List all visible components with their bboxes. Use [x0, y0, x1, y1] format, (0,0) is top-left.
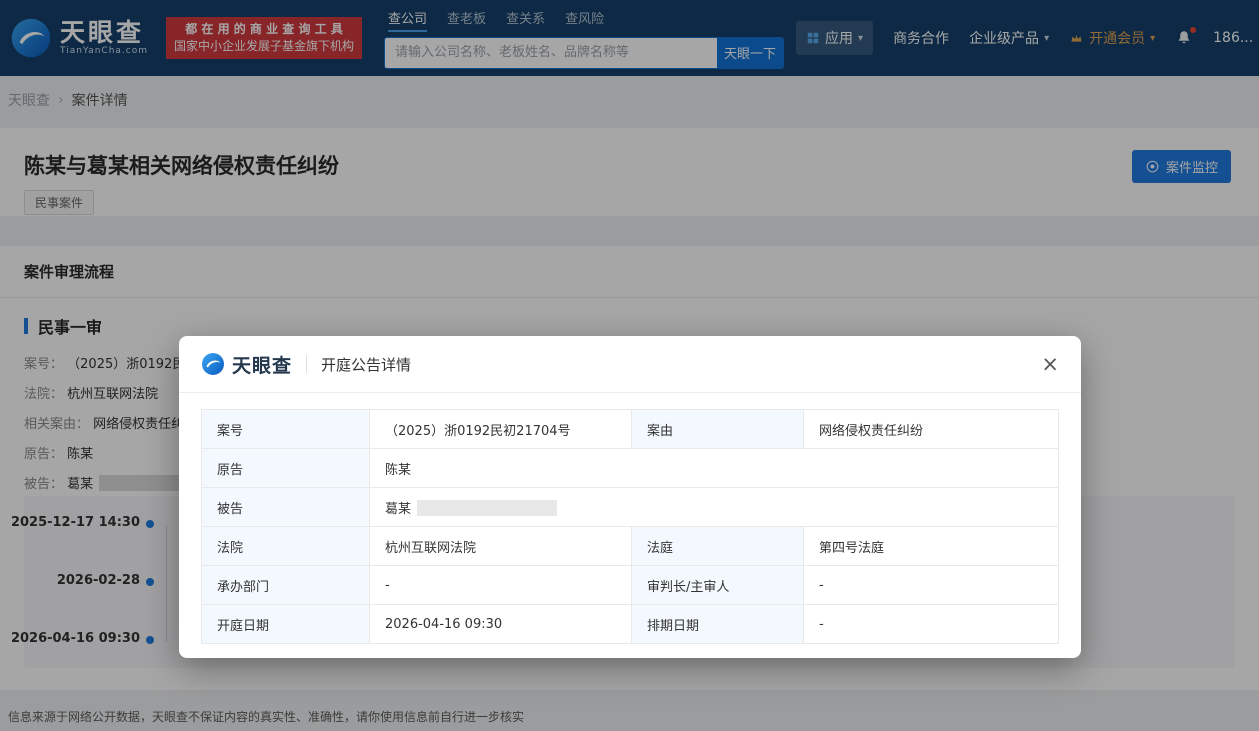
table-row: 法院 杭州互联网法院 法庭 第四号法庭	[201, 526, 1059, 566]
cell-label: 审判长/主审人	[631, 565, 804, 605]
cell-label: 案由	[631, 409, 804, 449]
cell-label: 原告	[201, 448, 370, 488]
cell-value: 网络侵权责任纠纷	[803, 409, 1059, 449]
table-row: 原告 陈某	[201, 448, 1059, 488]
table-row: 案号 （2025）浙0192民初21704号 案由 网络侵权责任纠纷	[201, 409, 1059, 449]
cell-label: 被告	[201, 487, 370, 527]
modal-brand: 天眼查	[232, 354, 293, 377]
cell-label: 法庭	[631, 526, 804, 566]
cell-label: 承办部门	[201, 565, 370, 605]
modal-header: 天眼查 开庭公告详情 ×	[179, 336, 1081, 393]
cell-value: -	[803, 565, 1059, 605]
cell-value: 2026-04-16 09:30	[369, 604, 632, 644]
cell-value: （2025）浙0192民初21704号	[369, 409, 632, 449]
table-row: 开庭日期 2026-04-16 09:30 排期日期 -	[201, 604, 1059, 644]
divider	[306, 355, 308, 373]
cell-value: 陈某	[369, 448, 1059, 488]
cell-value: -	[369, 565, 632, 605]
cell-label: 法院	[201, 526, 370, 566]
tianyancha-logo-icon	[202, 353, 224, 375]
cell-label: 案号	[201, 409, 370, 449]
cell-label: 排期日期	[631, 604, 804, 644]
table-row: 被告 葛某	[201, 487, 1059, 527]
table-row: 承办部门 - 审判长/主审人 -	[201, 565, 1059, 605]
hearing-detail-modal: 天眼查 开庭公告详情 × 案号 （2025）浙0192民初21704号 案由 网…	[179, 336, 1081, 658]
cell-label: 开庭日期	[201, 604, 370, 644]
cell-value: -	[803, 604, 1059, 644]
redacted-block	[417, 499, 558, 516]
modal-title: 开庭公告详情	[321, 355, 412, 374]
cell-value: 葛某	[369, 487, 1059, 527]
defendant-name: 葛某	[385, 501, 412, 517]
cell-value: 杭州互联网法院	[369, 526, 632, 566]
cell-value: 第四号法庭	[803, 526, 1059, 566]
hearing-detail-table: 案号 （2025）浙0192民初21704号 案由 网络侵权责任纠纷 原告 陈某…	[201, 409, 1059, 644]
close-icon[interactable]: ×	[1041, 353, 1059, 375]
